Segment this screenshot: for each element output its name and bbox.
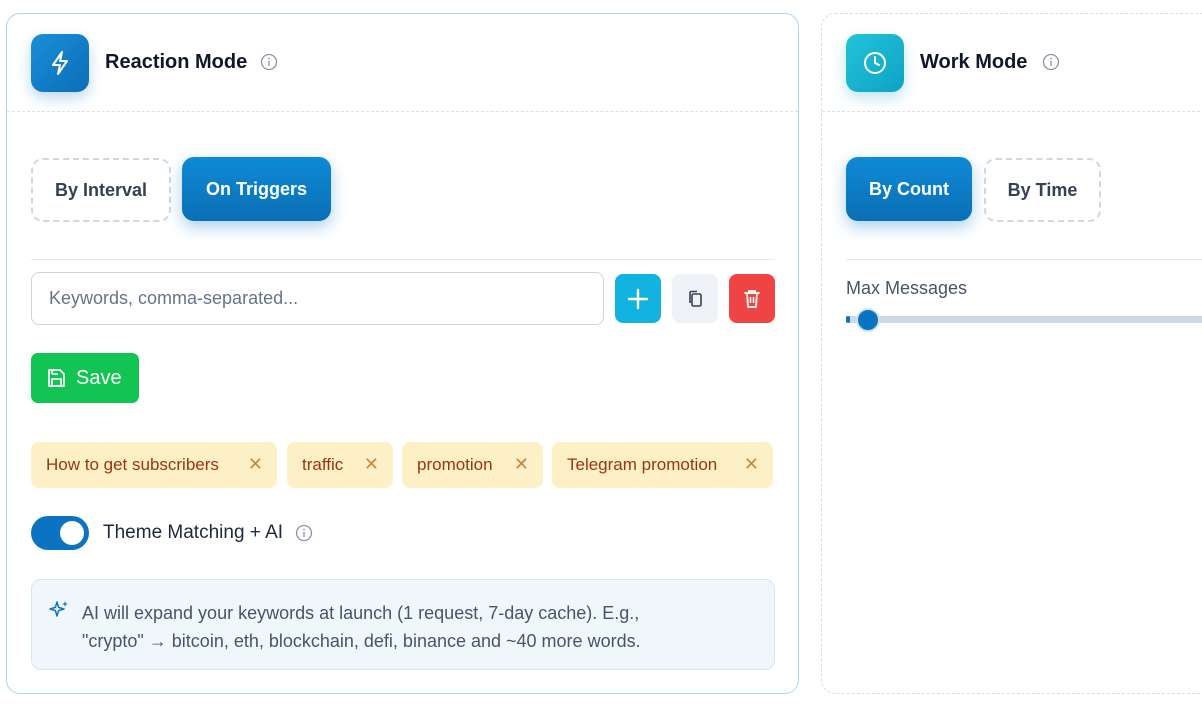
theme-matching-toggle[interactable]	[31, 516, 89, 550]
keyword-tag: promotion ✕	[402, 442, 543, 488]
save-label: Save	[76, 366, 122, 389]
ai-info-box: AI will expand your keywords at launch (…	[31, 579, 775, 670]
info-icon[interactable]	[260, 53, 278, 71]
max-messages-slider-fill	[846, 316, 850, 323]
ai-info-line-2: "crypto" → bitcoin, eth, blockchain, def…	[82, 631, 641, 651]
reaction-mode-title: Reaction Mode	[105, 51, 248, 73]
close-icon[interactable]: ✕	[744, 454, 759, 475]
plus-icon	[627, 288, 649, 309]
ai-info-text: AI will expand your keywords at launch (…	[82, 599, 762, 655]
work-mode-header: Work Mode	[822, 14, 1202, 112]
clock-icon	[846, 34, 904, 92]
tab-on-triggers[interactable]: On Triggers	[182, 157, 331, 221]
section-divider	[846, 259, 1202, 260]
copy-keywords-button[interactable]	[672, 274, 718, 323]
keyword-tag: How to get subscribers ✕	[31, 442, 277, 488]
copy-icon	[689, 290, 702, 307]
section-divider	[31, 259, 775, 260]
info-icon[interactable]	[1042, 53, 1060, 71]
max-messages-slider-thumb[interactable]	[856, 308, 880, 332]
ai-info-line-1: AI will expand your keywords at launch (…	[82, 603, 640, 623]
toggle-knob	[60, 521, 84, 545]
keyword-tag: Telegram promotion ✕	[552, 442, 773, 488]
reaction-mode-header: Reaction Mode	[7, 14, 798, 112]
keyword-tag: traffic ✕	[287, 442, 393, 488]
reaction-mode-card: Reaction Mode By Interval On Triggers Ke…	[6, 13, 799, 694]
add-keyword-button[interactable]	[615, 274, 661, 323]
close-icon[interactable]: ✕	[364, 454, 379, 475]
close-icon[interactable]: ✕	[514, 454, 529, 475]
work-mode-card: Work Mode By Count By Time Max Messages	[821, 13, 1202, 694]
save-button[interactable]: Save	[31, 353, 139, 403]
max-messages-label: Max Messages	[846, 278, 968, 298]
trash-icon	[744, 289, 760, 308]
work-mode-title: Work Mode	[920, 51, 1028, 73]
tab-by-time[interactable]: By Time	[984, 158, 1101, 222]
theme-matching-label: Theme Matching + AI	[103, 522, 284, 543]
tab-by-interval[interactable]: By Interval	[31, 158, 171, 222]
keywords-input[interactable]	[31, 272, 604, 325]
delete-keywords-button[interactable]	[729, 274, 775, 323]
close-icon[interactable]: ✕	[248, 454, 263, 475]
sparkles-icon	[49, 601, 68, 617]
tab-by-count[interactable]: By Count	[846, 157, 972, 221]
max-messages-slider-track[interactable]	[846, 316, 1202, 323]
info-icon[interactable]	[295, 524, 313, 542]
tag-label: How to get subscribers	[46, 455, 219, 474]
lightning-icon	[31, 34, 89, 92]
tag-label: Telegram promotion	[567, 455, 718, 474]
tag-label: traffic	[302, 455, 344, 474]
floppy-disk-icon	[48, 369, 65, 387]
tag-label: promotion	[417, 455, 493, 474]
